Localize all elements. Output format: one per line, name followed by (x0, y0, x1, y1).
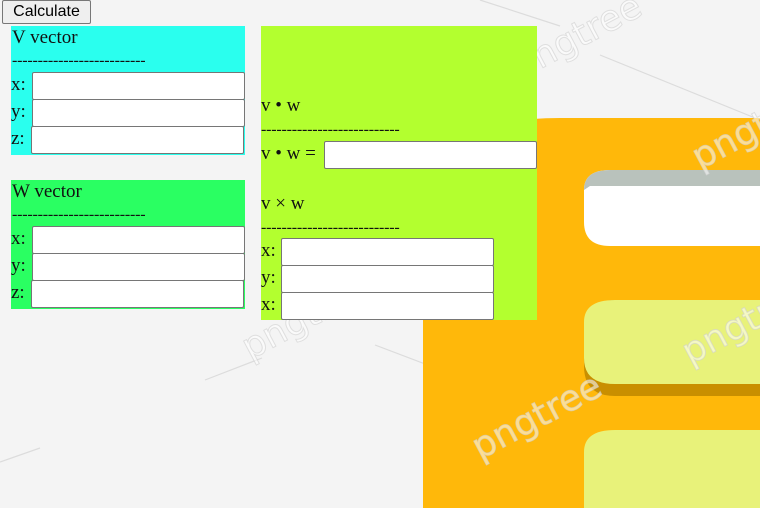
v-z-input[interactable] (31, 126, 244, 154)
cross-x-label: x: (261, 240, 276, 261)
v-y-input[interactable] (32, 99, 245, 127)
w-z-label: z: (11, 282, 25, 303)
calculator-key-2 (584, 430, 760, 508)
v-z-label: z: (11, 128, 25, 149)
v-vector-divider: -------------------------- (12, 52, 146, 69)
w-vector-title: W vector (12, 181, 82, 202)
cross-y-output[interactable] (281, 265, 494, 293)
dot-product-label: v • w = (261, 143, 316, 164)
v-y-label: y: (11, 101, 26, 122)
w-z-input[interactable] (31, 280, 244, 308)
dot-product-divider: --------------------------- (261, 121, 400, 138)
w-x-input[interactable] (32, 226, 245, 254)
v-x-label: x: (11, 74, 26, 95)
v-x-input[interactable] (32, 72, 245, 100)
cross-x-output[interactable] (281, 238, 494, 266)
w-y-label: y: (11, 255, 26, 276)
w-x-label: x: (11, 228, 26, 249)
w-y-input[interactable] (32, 253, 245, 281)
cross-product-divider: --------------------------- (261, 219, 400, 236)
cross-z-output[interactable] (281, 292, 494, 320)
cross-z-label: x: (261, 294, 276, 315)
calculate-button[interactable]: Calculate (2, 0, 91, 24)
v-vector-panel: V vector -------------------------- x: y… (11, 26, 245, 155)
w-vector-panel: W vector -------------------------- x: y… (11, 180, 245, 309)
results-panel: v • w --------------------------- v • w … (261, 26, 537, 320)
dot-product-title: v • w (261, 95, 301, 116)
w-vector-divider: -------------------------- (12, 206, 146, 223)
cross-y-label: y: (261, 267, 276, 288)
v-vector-title: V vector (12, 27, 78, 48)
calculator-display (584, 170, 760, 246)
dot-product-output[interactable] (324, 141, 537, 169)
cross-product-title: v × w (261, 193, 305, 214)
